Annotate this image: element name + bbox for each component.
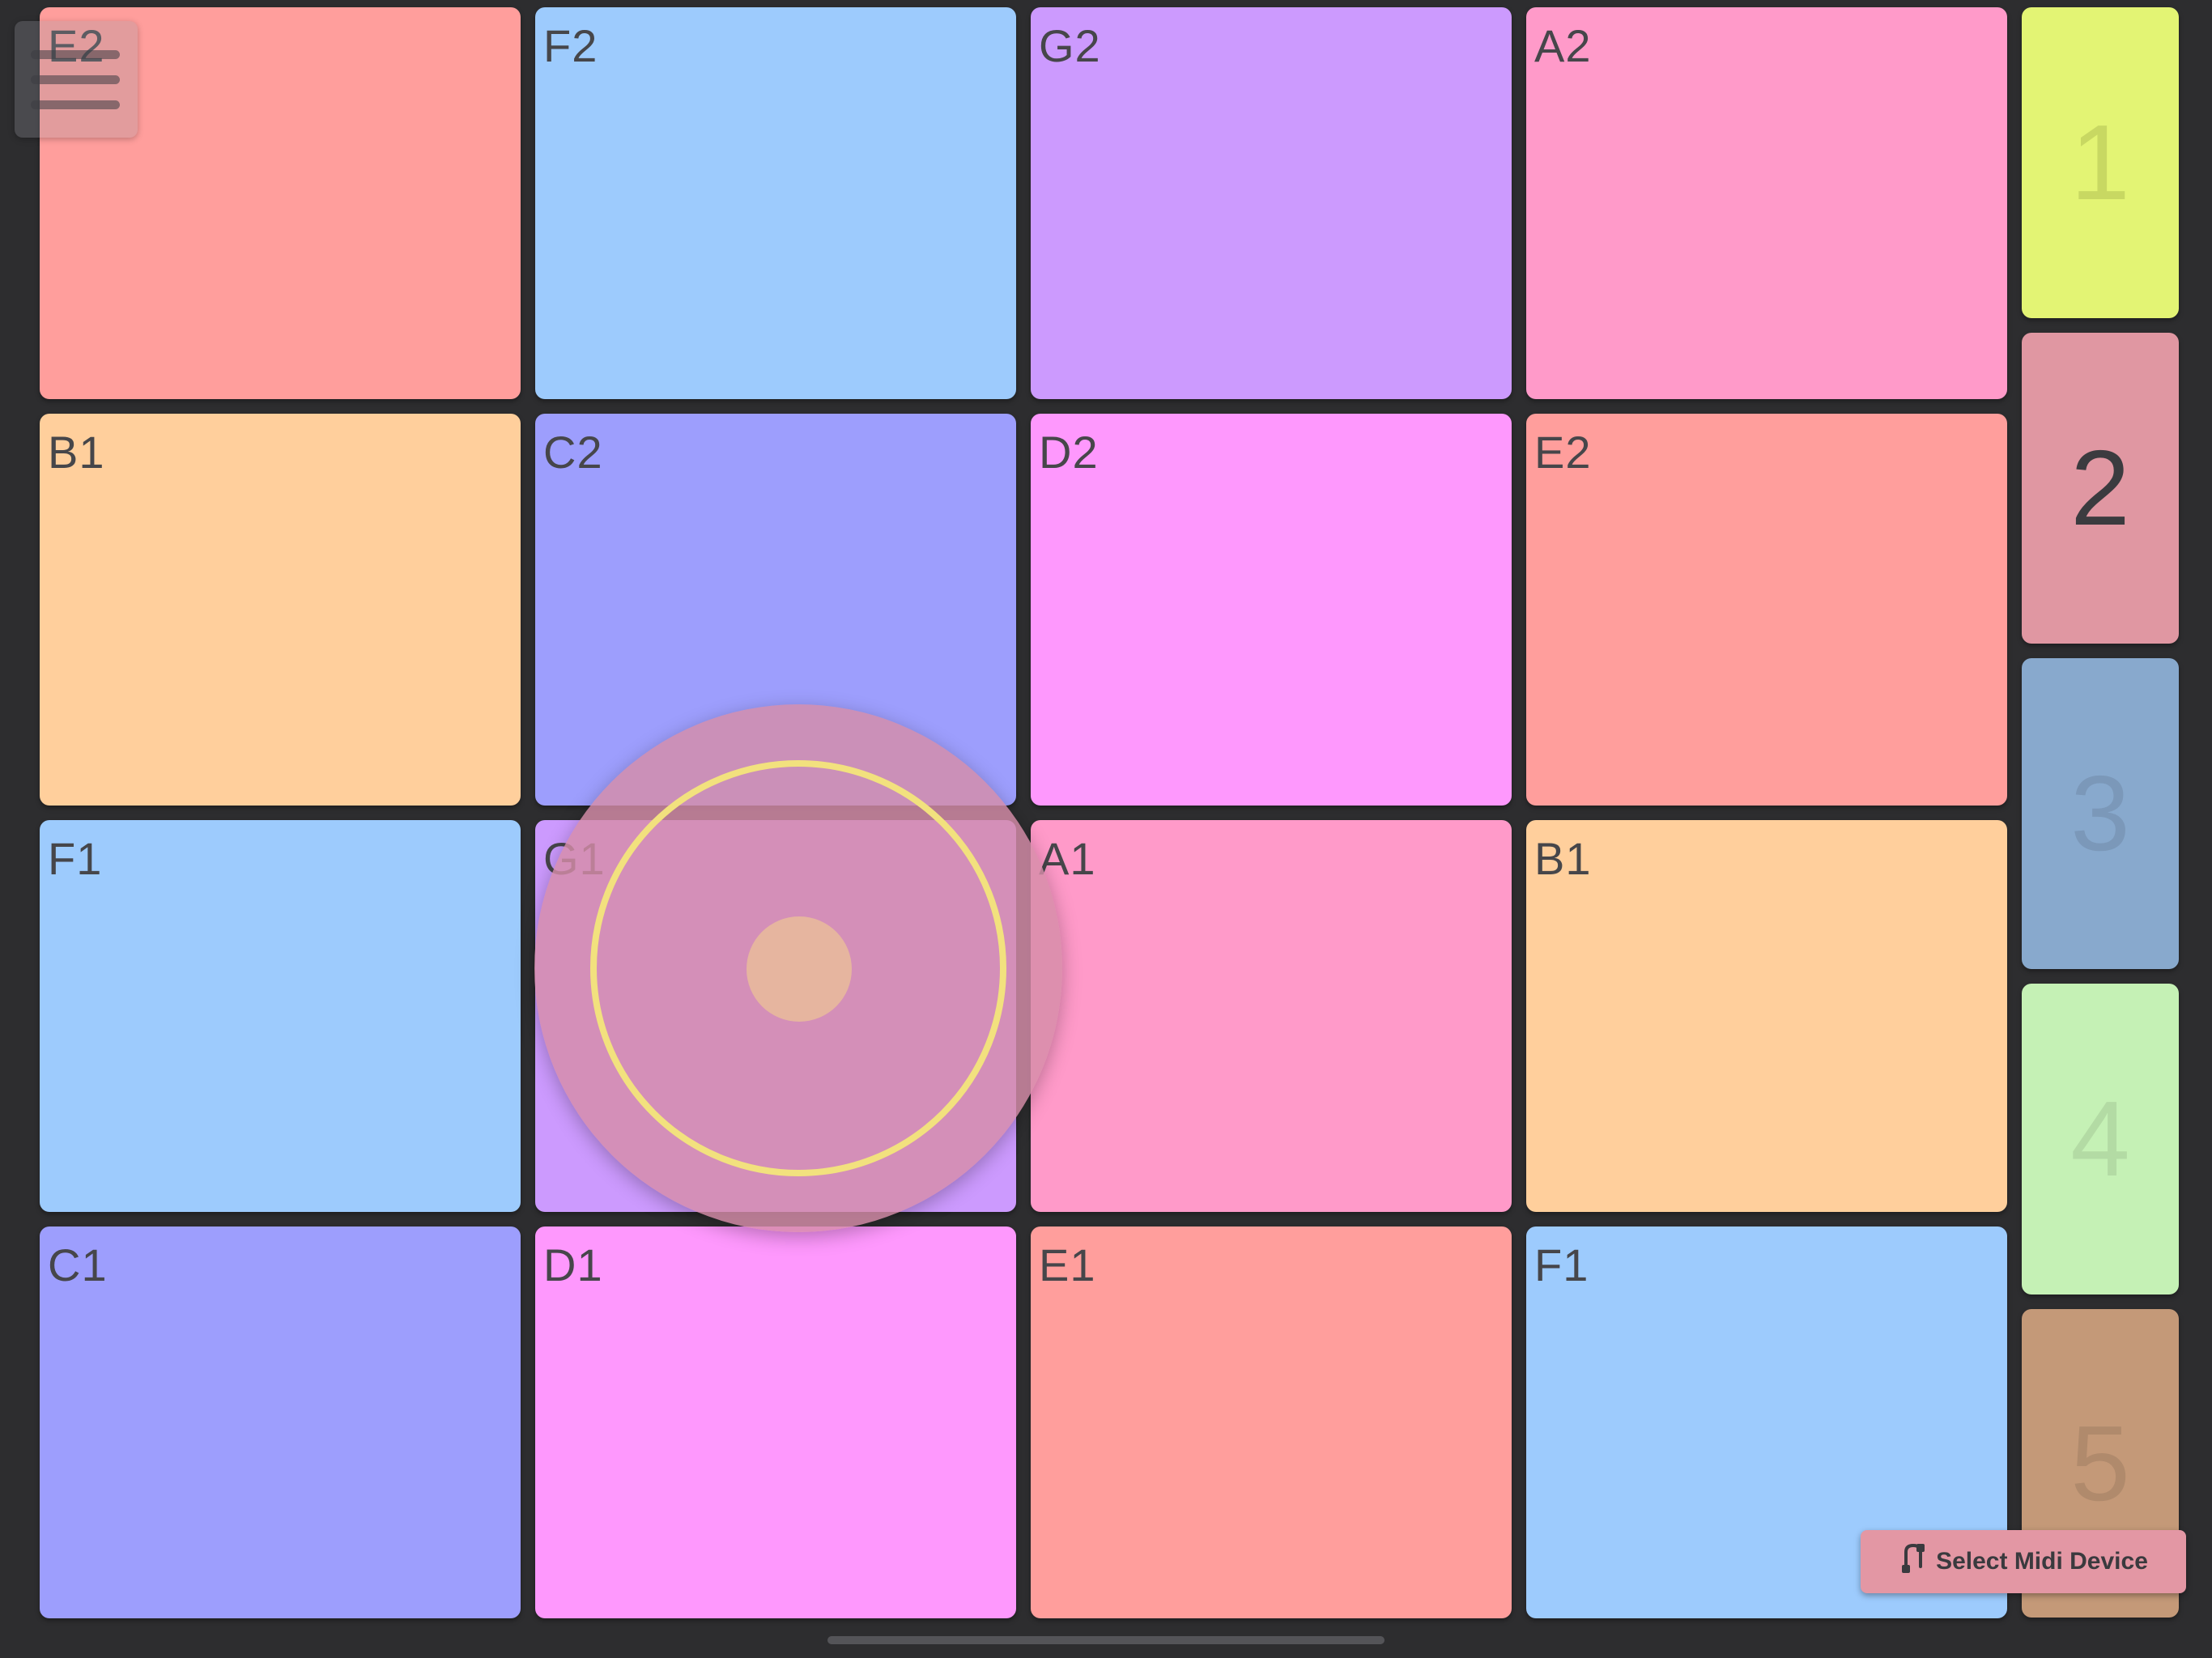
pad-note-label: A2	[1534, 20, 1592, 71]
pad-4[interactable]: A2	[1526, 7, 2007, 399]
select-midi-device-button[interactable]: Select Midi Device	[1861, 1530, 2186, 1593]
bank-number-label: 1	[2070, 103, 2130, 222]
drum-pad-app: E2F2G2A2B1C2D2E2F1G1A1B1C1D1E1F1 12345 S…	[0, 0, 2212, 1658]
pad-note-label: G2	[1039, 20, 1101, 71]
pad-15[interactable]: E1	[1031, 1226, 1512, 1618]
bank-number-label: 3	[2070, 754, 2130, 873]
pad-14[interactable]: D1	[535, 1226, 1016, 1618]
menu-button[interactable]	[15, 21, 138, 138]
pad-8[interactable]: E2	[1526, 414, 2007, 806]
pad-12[interactable]: B1	[1526, 820, 2007, 1212]
pad-note-label: E2	[1534, 427, 1592, 478]
select-midi-device-label: Select Midi Device	[1936, 1548, 2148, 1575]
touch-indicator-dot	[747, 916, 852, 1022]
pad-9[interactable]: F1	[40, 820, 521, 1212]
bank-number-label: 5	[2070, 1403, 2130, 1523]
bank-button-3[interactable]: 3	[2022, 658, 2179, 969]
pad-note-label: F2	[543, 20, 598, 71]
pad-5[interactable]: B1	[40, 414, 521, 806]
pad-note-label: B1	[1534, 833, 1592, 884]
pad-note-label: E1	[1039, 1239, 1096, 1290]
home-indicator	[827, 1636, 1385, 1644]
pad-7[interactable]: D2	[1031, 414, 1512, 806]
pad-note-label: A1	[1039, 833, 1096, 884]
pad-13[interactable]: C1	[40, 1226, 521, 1618]
pad-note-label: C2	[543, 427, 603, 478]
pad-note-label: B1	[48, 427, 105, 478]
pad-note-label: F1	[1534, 1239, 1589, 1290]
pad-note-label: C1	[48, 1239, 108, 1290]
bank-button-2[interactable]: 2	[2022, 333, 2179, 644]
midi-cable-icon	[1899, 1542, 1928, 1581]
pad-note-label: D1	[543, 1239, 603, 1290]
pad-note-label: D2	[1039, 427, 1099, 478]
bank-number-label: 4	[2070, 1079, 2130, 1198]
bank-button-1[interactable]: 1	[2022, 7, 2179, 318]
bank-button-4[interactable]: 4	[2022, 984, 2179, 1295]
pad-11[interactable]: A1	[1031, 820, 1512, 1212]
pad-2[interactable]: F2	[535, 7, 1016, 399]
pad-3[interactable]: G2	[1031, 7, 1512, 399]
pad-note-label: F1	[48, 833, 103, 884]
bank-number-label: 2	[2070, 428, 2130, 547]
